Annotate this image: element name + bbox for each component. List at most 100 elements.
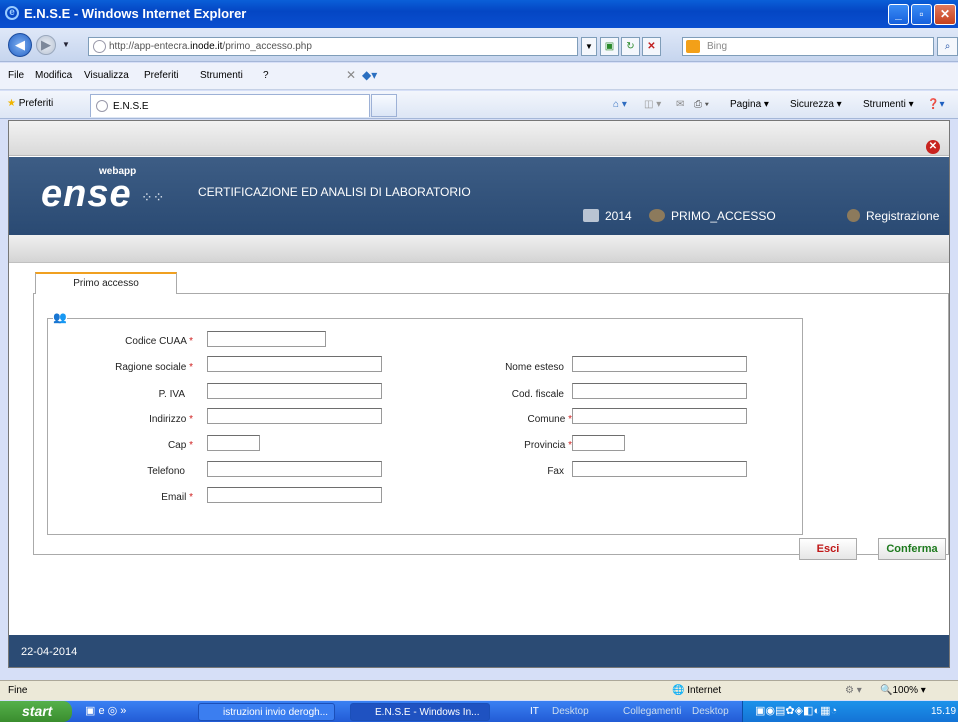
- maximize-button[interactable]: ▫: [911, 4, 932, 25]
- sub-strip: [9, 235, 949, 263]
- required-mark: *: [189, 492, 193, 503]
- app-title: CERTIFICAZIONE ED ANALISI DI LABORATORIO: [198, 185, 471, 199]
- fax-input[interactable]: [572, 461, 747, 477]
- menu-modifica[interactable]: Modifica: [35, 70, 72, 81]
- required-mark: *: [189, 414, 193, 425]
- address-dropdown-icon[interactable]: ▼: [581, 37, 597, 56]
- cod-fiscale-input[interactable]: [572, 383, 747, 399]
- label-cod-fiscale: Cod. fiscale: [511, 389, 564, 400]
- star-icon: ★: [7, 98, 16, 109]
- history-dropdown-icon[interactable]: ▼: [62, 40, 70, 49]
- nome-esteso-input[interactable]: [572, 356, 747, 372]
- page-icon: [93, 40, 106, 53]
- label-nome-esteso: Nome esteso: [505, 362, 564, 373]
- top-strip: [9, 121, 949, 156]
- close-button[interactable]: ✕: [934, 4, 956, 25]
- ragione-sociale-input[interactable]: [207, 356, 382, 372]
- label-comune: Comune *: [402, 414, 573, 425]
- search-placeholder: Bing: [707, 41, 728, 52]
- stop-icon[interactable]: ✕: [642, 37, 661, 56]
- quick-launch-icons[interactable]: ▣ e ◎ »: [85, 704, 126, 717]
- links-toolbar[interactable]: Collegamenti: [623, 706, 681, 717]
- start-label: start: [22, 703, 53, 719]
- tools-menu[interactable]: Strumenti ▾: [863, 99, 914, 110]
- feeds-icon[interactable]: ◫ ▾: [644, 99, 661, 110]
- label-piva: P. IVA: [158, 389, 185, 400]
- security-menu[interactable]: Sicurezza ▾: [790, 99, 842, 110]
- favorites-button[interactable]: ★ Preferiti: [7, 98, 53, 109]
- telefono-input[interactable]: [207, 461, 382, 477]
- zoom-label: 100%: [892, 685, 919, 696]
- mail-icon[interactable]: ✉: [676, 99, 684, 110]
- indirizzo-input[interactable]: [207, 408, 382, 424]
- comune-input[interactable]: [572, 408, 747, 424]
- label-text: Indirizzo: [149, 414, 187, 425]
- label-provincia: Provincia *: [402, 440, 572, 451]
- menu-preferiti[interactable]: Preferiti: [144, 70, 178, 81]
- forward-button[interactable]: ▶: [36, 35, 56, 55]
- start-button[interactable]: start: [0, 701, 72, 722]
- app-footer: 22-04-2014: [9, 635, 949, 667]
- back-button[interactable]: ◀: [8, 33, 32, 57]
- new-tab-button[interactable]: [371, 94, 397, 117]
- browser-tab-title: E.N.S.E: [113, 101, 149, 112]
- window-titlebar[interactable]: e E.N.S.E - Windows Internet Explorer _ …: [0, 0, 958, 28]
- internet-zone: 🌐 Internet: [672, 685, 721, 696]
- help-icon[interactable]: ❓▾: [927, 99, 944, 110]
- addon-icon[interactable]: ◆▾: [362, 68, 377, 82]
- status-bar: Fine 🌐 Internet ⚙ ▾ 🔍100% ▾: [0, 680, 958, 700]
- compat-view-icon[interactable]: ▣: [600, 37, 619, 56]
- menu-help[interactable]: ?: [263, 70, 269, 81]
- zoom-icon: 🔍: [880, 685, 893, 696]
- year-selector[interactable]: 2014: [583, 209, 632, 223]
- desktop-toolbar[interactable]: Desktop: [552, 706, 589, 717]
- zone-label: Internet: [687, 685, 722, 696]
- label-text: Provincia: [524, 440, 566, 451]
- task-ie-window[interactable]: E.N.S.E - Windows In...: [350, 703, 490, 721]
- tab-primo-accesso[interactable]: Primo accesso: [35, 272, 177, 294]
- search-icon[interactable]: ⌕: [937, 37, 958, 56]
- user-icon: [649, 209, 665, 222]
- bing-icon: [686, 40, 700, 53]
- registration-link[interactable]: Registrazione: [847, 209, 939, 223]
- user-label: PRIMO_ACCESSO: [671, 209, 776, 223]
- menu-visualizza[interactable]: Visualizza: [84, 70, 129, 81]
- address-input[interactable]: http://app-entecra.inode.it/primo_access…: [88, 37, 578, 56]
- refresh-icon[interactable]: ↻: [621, 37, 640, 56]
- globe-icon: 🌐: [672, 685, 685, 696]
- cap-input[interactable]: [207, 435, 260, 451]
- close-toolbar-icon[interactable]: ✕: [346, 68, 356, 82]
- label-text: Ragione sociale: [115, 362, 187, 373]
- footer-date: 22-04-2014: [21, 646, 78, 658]
- menu-bar: File Modifica Visualizza Preferiti Strum…: [0, 63, 958, 90]
- task-label: E.N.S.E - Windows In...: [375, 707, 480, 718]
- search-input[interactable]: Bing: [682, 37, 934, 56]
- zoom-control[interactable]: 🔍100% ▾: [880, 685, 926, 696]
- logout-icon[interactable]: ✕: [926, 140, 940, 154]
- email-input[interactable]: [207, 487, 382, 503]
- exit-button[interactable]: Esci: [799, 538, 857, 560]
- cuaa-input[interactable]: [207, 331, 326, 347]
- user-info: PRIMO_ACCESSO: [649, 209, 776, 223]
- required-mark: *: [189, 362, 193, 373]
- address-toolbar: ◀ ▶ ▼ http://app-entecra.inode.it/primo_…: [0, 28, 958, 62]
- task-word-document[interactable]: istruzioni invio derogh...: [198, 703, 335, 721]
- piva-input[interactable]: [207, 383, 382, 399]
- home-icon[interactable]: ⌂ ▾: [613, 99, 627, 110]
- menu-file[interactable]: File: [8, 70, 24, 81]
- provincia-input[interactable]: [572, 435, 625, 451]
- page-icon: [96, 100, 108, 112]
- desktop-toolbar-2[interactable]: Desktop: [692, 706, 729, 717]
- confirm-button[interactable]: Conferma: [878, 538, 946, 560]
- print-icon[interactable]: ⎙ ▾: [694, 99, 709, 110]
- language-indicator[interactable]: IT: [530, 706, 539, 717]
- tray-icons[interactable]: ▣◉▤✿◈◧◐▦◔: [755, 704, 837, 717]
- label-indirizzo: Indirizzo *: [23, 414, 193, 425]
- clock[interactable]: 15.19: [931, 706, 956, 717]
- minimize-button[interactable]: _: [888, 4, 909, 25]
- system-tray: ▣◉▤✿◈◧◐▦◔ 15.19: [742, 701, 958, 722]
- page-menu[interactable]: Pagina ▾: [730, 99, 769, 110]
- protected-mode-icon[interactable]: ⚙ ▾: [845, 685, 862, 696]
- menu-strumenti[interactable]: Strumenti: [200, 70, 243, 81]
- browser-tab[interactable]: E.N.S.E: [90, 94, 370, 117]
